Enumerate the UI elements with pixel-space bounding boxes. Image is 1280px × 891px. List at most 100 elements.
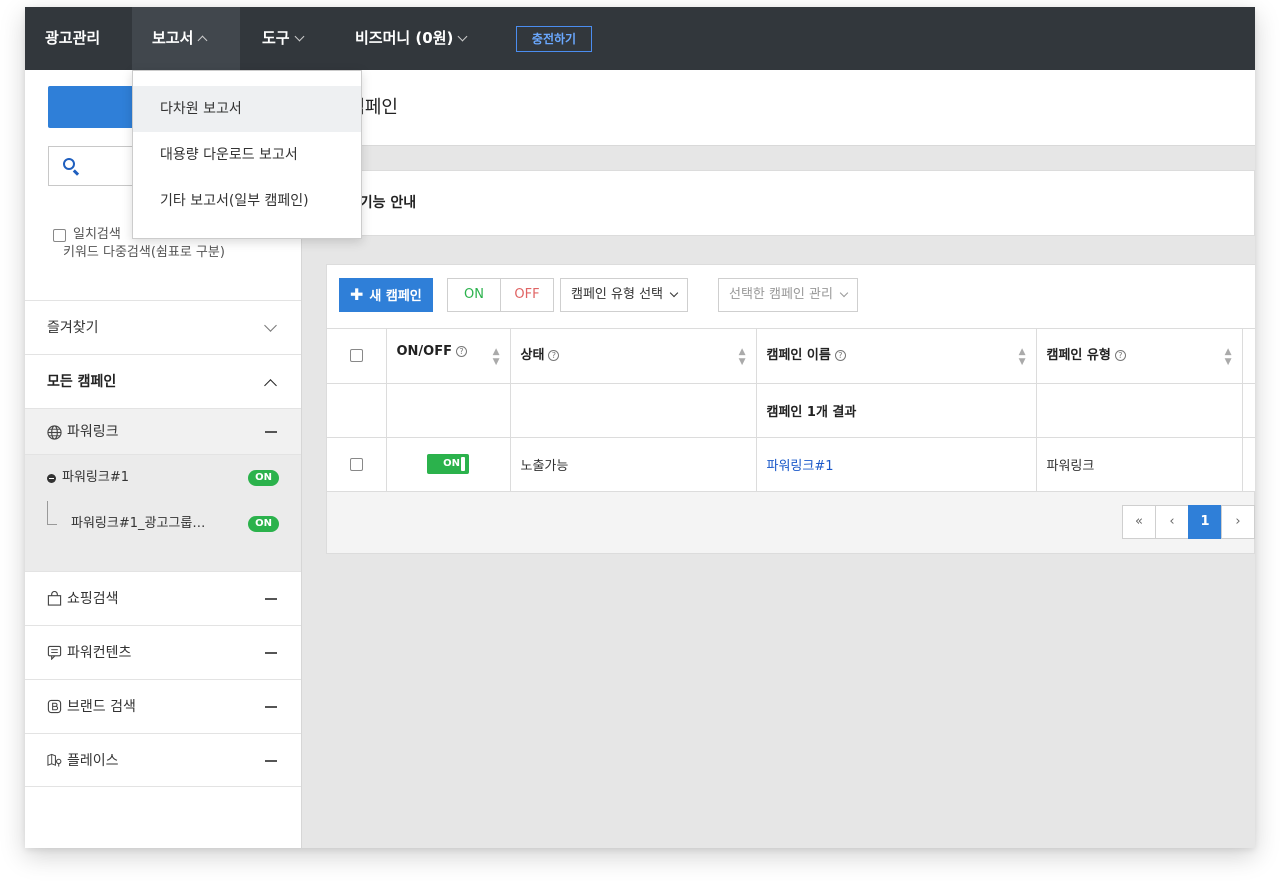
row-toggle-cell: ON [386,437,511,492]
manage-selected-dropdown[interactable]: 선택한 캠페인 관리 [718,278,858,312]
sidebar-shopping[interactable]: 쇼핑검색 [25,571,301,625]
col-type-label: 캠페인 유형 [1046,348,1111,364]
help-icon[interactable]: ? [548,350,560,362]
chevron-up-icon [264,379,277,392]
chevron-down-icon [294,31,305,42]
table-row: ON 노출가능 파워링크#1 파워링크 [327,437,1255,492]
collapse-icon[interactable] [265,706,277,708]
onoff-toggle[interactable]: ON [427,454,469,474]
new-campaign-button[interactable]: ✚ 새 캠페인 [339,278,433,312]
select-all-checkbox[interactable] [349,349,363,363]
help-icon[interactable]: ? [456,346,467,358]
app-window: 광고관리 보고서 도구 비즈머니 (0원) 충전하기 광 일치검색 키워드 다중… [25,7,1255,848]
powerlink-tree: 파워링크#1 ON 파워링크#1_광고그룹… ON [25,454,301,571]
campaign-type-select[interactable]: 캠페인 유형 선택 [560,278,688,312]
menu-item-other-report[interactable]: 기타 보고서(일부 캠페인) [133,178,361,224]
row-campaign-type: 파워링크 [1036,437,1243,492]
chevron-down-icon [264,319,277,332]
page-1-button[interactable]: 1 [1188,505,1222,539]
bulk-off-button[interactable]: OFF [500,278,554,312]
brand-b-icon [47,699,62,714]
menu-item-multidim-report[interactable]: 다차원 보고서 [133,86,361,132]
powercontents-label: 파워컨텐츠 [67,645,132,661]
globe-icon [47,425,62,440]
chevron-down-icon [839,288,849,297]
shopping-bag-icon [47,591,62,606]
charge-button[interactable]: 충전하기 [516,26,592,52]
menu-item-bulk-download-report[interactable]: 대용량 다운로드 보고서 [133,132,361,178]
col-status-label: 상태 [520,348,545,364]
pagination: « ‹ 1 › [1122,505,1255,539]
status-badge: ON [248,470,279,486]
nav-reports-label: 보고서 [152,29,194,47]
summary-label: 캠페인 1개 결과 [756,383,1037,438]
col-status[interactable]: 상태? ▲ ▼ [510,329,757,384]
sort-icon[interactable]: ▲ ▼ [739,347,746,367]
sort-icon[interactable]: ▲ ▼ [493,347,500,367]
nav-tools-label: 도구 [262,29,290,47]
collapse-icon[interactable] [265,431,277,433]
collapse-icon[interactable] [265,598,277,600]
exact-match-label: 일치검색 [73,227,121,242]
nav-bizmoney-label: 비즈머니 (0원) [355,29,454,47]
sort-icon[interactable]: ▲ ▼ [1019,347,1026,367]
help-icon[interactable]: ? [1114,350,1126,362]
nav-bizmoney[interactable]: 비즈머니 (0원) [355,7,468,70]
next-page-button[interactable]: › [1221,505,1255,539]
multi-keyword-hint: 키워드 다중검색(쉼표로 구분) [63,245,225,260]
tree-branch-icon [47,501,57,525]
sidebar-place[interactable]: 플레이스 [25,733,301,787]
report-dropdown-menu: 다차원 보고서 대용량 다운로드 보고서 기타 보고서(일부 캠페인) [132,70,362,239]
all-campaigns-label: 모든 캠페인 [47,374,117,390]
collapse-icon[interactable] [265,652,277,654]
col-onoff-label: ON/OFF [396,344,453,360]
sort-icon[interactable]: ▲ ▼ [1225,347,1232,367]
nav-tools[interactable]: 도구 [262,7,305,70]
select-all-cell [327,329,387,384]
tree-campaign-row[interactable]: 파워링크#1 ON [25,455,301,501]
powerlink-label: 파워링크 [67,424,119,440]
campaign-panel: ✚ 새 캠페인 ON OFF 캠페인 유형 선택 선택한 캠페인 관리 ON/OF… [326,264,1255,554]
nav-ad-manage[interactable]: 광고관리 [45,7,100,70]
nav-ad-manage-label: 광고관리 [45,29,101,47]
chevron-down-icon [457,31,468,42]
col-name[interactable]: 캠페인 이름? ▲ ▼ [756,329,1037,384]
shopping-label: 쇼핑검색 [67,591,119,607]
new-campaign-label: 새 캠페인 [369,289,422,304]
place-label: 플레이스 [67,753,119,769]
feature-notice[interactable]: 요 기능 안내 [326,170,1255,236]
col-type[interactable]: 캠페인 유형? ▲ ▼ [1036,329,1243,384]
first-page-button[interactable]: « [1122,505,1156,539]
status-badge: ON [248,516,279,532]
row-checkbox[interactable] [349,457,363,471]
row-campaign-link[interactable]: 파워링크#1 [756,437,1037,492]
prev-page-button[interactable]: ‹ [1155,505,1189,539]
brand-label: 브랜드 검색 [67,699,136,715]
chevron-up-icon [197,35,208,45]
col-name-label: 캠페인 이름 [766,348,831,364]
nav-reports[interactable]: 보고서 [132,7,240,70]
chevron-down-icon [669,288,679,297]
col-more [1242,329,1255,384]
top-nav: 광고관리 보고서 도구 비즈머니 (0원) 충전하기 [25,7,1255,70]
campaign-toolbar: ✚ 새 캠페인 ON OFF 캠페인 유형 선택 선택한 캠페인 관리 [327,265,1255,329]
sidebar-brand[interactable]: 브랜드 검색 [25,679,301,733]
col-onoff[interactable]: ON/OFF? ▲ ▼ [386,329,511,384]
search-icon[interactable] [63,158,75,170]
row-status: 노출가능 [510,437,757,492]
main-content: 든 캠페인 요 기능 안내 ✚ 새 캠페인 ON OFF 캠페인 유형 선택 선택… [302,70,1255,848]
sidebar-favorites[interactable]: 즐겨찾기 [25,300,301,354]
exact-match-checkbox[interactable] [53,229,66,242]
sidebar-powercontents[interactable]: 파워컨텐츠 [25,625,301,679]
favorites-label: 즐겨찾기 [47,320,99,336]
table-header-row: ON/OFF? ▲ ▼ 상태? ▲ ▼ 캠페인 이름? ▲ ▼ 캠페인 유형? ▲ ▼ [327,329,1255,384]
bulk-on-button[interactable]: ON [447,278,501,312]
map-pin-icon [47,753,62,767]
sidebar-powerlink[interactable]: 파워링크 [25,408,301,455]
sidebar-all-campaigns[interactable]: 모든 캠페인 [25,354,301,408]
help-icon[interactable]: ? [834,350,846,362]
manage-selected-label: 선택한 캠페인 관리 [729,287,833,302]
collapse-icon[interactable] [265,760,277,762]
plus-icon: ✚ [350,285,364,304]
tree-adgroup-row[interactable]: 파워링크#1_광고그룹… ON [25,501,301,547]
